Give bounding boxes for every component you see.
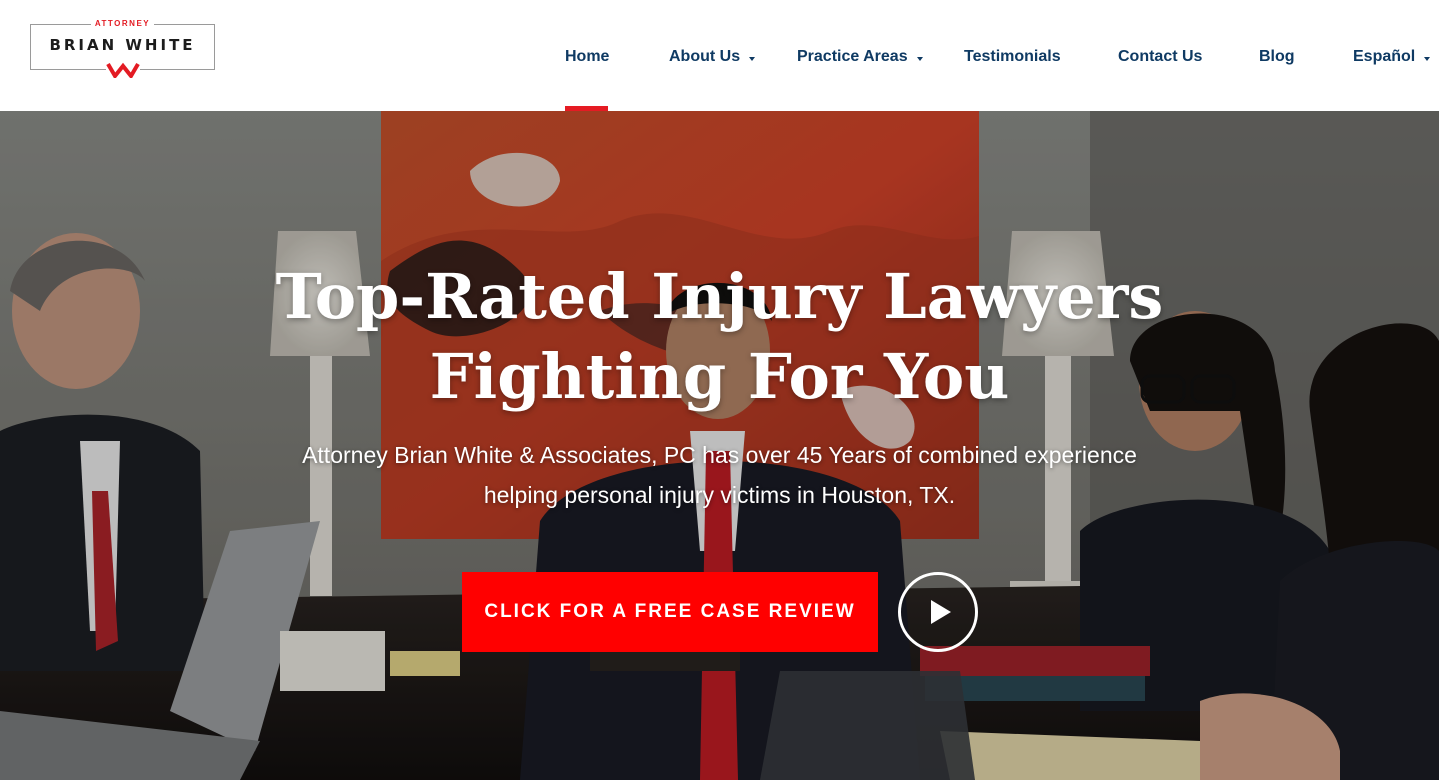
nav-contact-us-label: Contact Us [1118, 48, 1203, 65]
logo-name-text: BRIAN WHITE [49, 36, 196, 54]
hero-heading-line2: Fighting For You [429, 340, 1010, 413]
hero-subtitle-line1: Attorney Brian White & Associates, PC ha… [302, 442, 1137, 468]
nav-home[interactable]: Home [565, 47, 609, 67]
play-icon [931, 600, 951, 624]
nav-about-us[interactable]: About Us [669, 47, 756, 67]
site-header: ATTORNEY BRIAN WHITE Home About Us Pract… [0, 0, 1439, 111]
nav-espanol-label: Español [1353, 48, 1416, 65]
nav-contact-us[interactable]: Contact Us [1118, 47, 1202, 67]
nav-home-label: Home [565, 48, 610, 65]
nav-active-indicator [565, 106, 608, 111]
w-logo-mark-icon [106, 62, 140, 78]
chevron-down-icon [916, 56, 923, 61]
nav-testimonials[interactable]: Testimonials [964, 47, 1061, 67]
hero-heading: Top-Rated Injury Lawyers Fighting For Yo… [0, 257, 1439, 417]
hero-heading-line1: Top-Rated Injury Lawyers [275, 260, 1164, 333]
nav-about-us-label: About Us [669, 48, 741, 65]
nav-blog[interactable]: Blog [1259, 47, 1295, 67]
logo-attorney-text: ATTORNEY [31, 19, 214, 28]
nav-espanol[interactable]: Español [1353, 47, 1431, 67]
play-video-button[interactable] [898, 572, 978, 652]
hero-subtitle: Attorney Brian White & Associates, PC ha… [0, 435, 1439, 515]
nav-practice-areas[interactable]: Practice Areas [797, 47, 923, 67]
hero-section: Top-Rated Injury Lawyers Fighting For Yo… [0, 111, 1439, 780]
nav-testimonials-label: Testimonials [964, 48, 1061, 65]
chevron-down-icon [749, 56, 756, 61]
nav-practice-areas-label: Practice Areas [797, 48, 908, 65]
chevron-down-icon [1424, 56, 1431, 61]
brand-logo[interactable]: ATTORNEY BRIAN WHITE [30, 19, 215, 78]
nav-blog-label: Blog [1259, 48, 1295, 65]
hero-subtitle-line2: helping personal injury victims in Houst… [483, 482, 956, 508]
free-case-review-button[interactable]: CLICK FOR A FREE CASE REVIEW [462, 572, 878, 652]
